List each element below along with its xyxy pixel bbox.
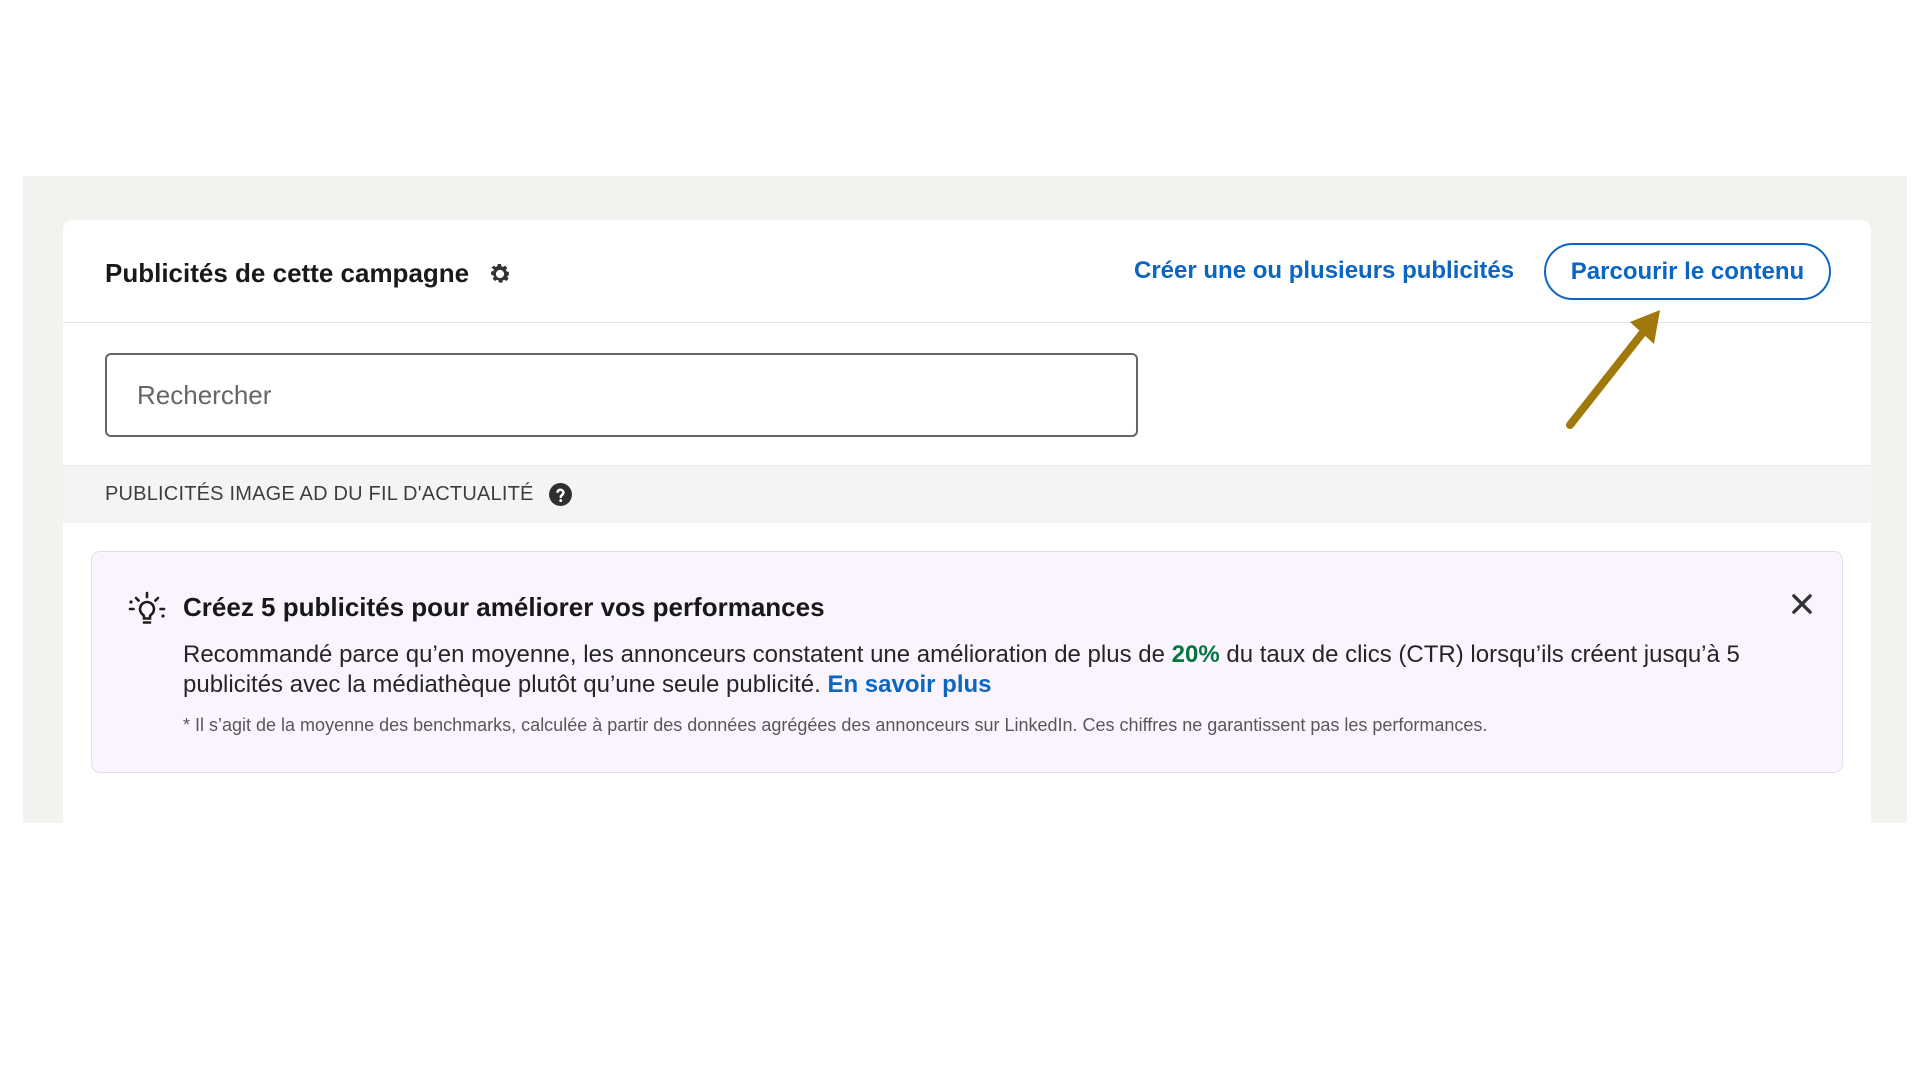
close-icon: [1792, 594, 1812, 614]
card-header: Publicités de cette campagne Créer une o…: [63, 220, 1871, 323]
tip-body-text: Recommandé parce qu’en moyenne, les anno…: [183, 641, 1172, 668]
create-ads-link[interactable]: Créer une ou plusieurs publicités: [1134, 257, 1514, 285]
learn-more-link[interactable]: En savoir plus: [827, 671, 991, 698]
search-input[interactable]: [105, 353, 1138, 437]
tip-disclaimer: * Il s’agit de la moyenne des benchmarks…: [183, 715, 1488, 735]
tip-highlight-percent: 20%: [1171, 641, 1220, 668]
close-banner-button[interactable]: [1784, 586, 1820, 622]
arrow-annotation-icon: [1560, 310, 1670, 440]
card-title: Publicités de cette campagne: [105, 258, 470, 288]
gear-icon[interactable]: [487, 261, 513, 287]
lightbulb-icon: [127, 590, 167, 630]
section-header: PUBLICITÉS IMAGE AD DU FIL D'ACTUALITÉ: [63, 465, 1871, 523]
card-title-wrapper: Publicités de cette campagne: [105, 258, 513, 289]
browse-content-button[interactable]: Parcourir le contenu: [1544, 243, 1831, 300]
tip-title: Créez 5 publicités pour améliorer vos pe…: [183, 592, 825, 622]
recommendation-banner: Créez 5 publicités pour améliorer vos pe…: [91, 551, 1843, 773]
tip-body: Recommandé parce qu’en moyenne, les anno…: [183, 640, 1783, 700]
help-icon[interactable]: [548, 482, 573, 507]
section-label: PUBLICITÉS IMAGE AD DU FIL D'ACTUALITÉ: [105, 483, 534, 505]
